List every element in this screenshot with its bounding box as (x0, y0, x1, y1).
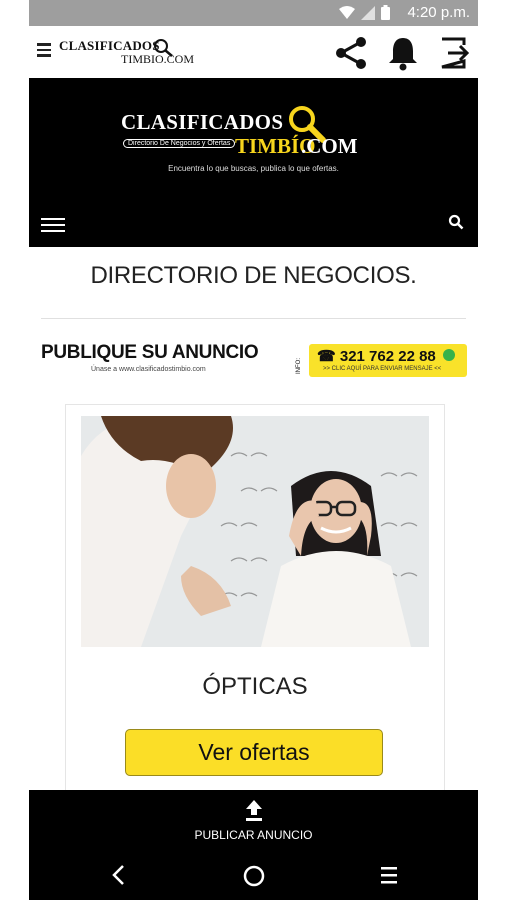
ad-headline: PUBLIQUE SU ANUNCIO (41, 342, 259, 363)
system-nav-bar (29, 850, 478, 900)
category-photo (81, 416, 429, 647)
back-icon[interactable] (109, 864, 129, 886)
ad-contact-box[interactable]: ☎ 321 762 22 88 >> CLIC AQUÍ PARA ENVIAR… (309, 344, 467, 377)
wifi-icon (339, 5, 355, 19)
ad-cta: >> CLIC AQUÍ PARA ENVIAR MENSAJE << (323, 366, 442, 372)
battery-icon (381, 5, 390, 20)
recents-icon[interactable] (379, 864, 399, 886)
logout-icon[interactable] (437, 34, 471, 72)
signal-icon (361, 5, 375, 20)
optician-photo-illustration (81, 416, 429, 647)
search-icon[interactable] (448, 214, 464, 230)
status-icons (339, 5, 390, 20)
publish-ad-banner[interactable]: PUBLIQUE SU ANUNCIO Únase a www.clasific… (39, 340, 469, 380)
banner-logo-subtitle: Directorio De Negocios y Ofertas (123, 139, 236, 148)
status-bar: 4:20 p.m. (29, 0, 478, 26)
category-card[interactable]: ÓPTICAS Ver ofertas (65, 404, 445, 806)
nav-menu-icon[interactable] (41, 214, 65, 232)
view-offers-button[interactable]: Ver ofertas (125, 729, 383, 776)
share-icon[interactable] (332, 34, 370, 72)
magnifier-logo-icon (154, 39, 173, 57)
ad-info-label: INFO: (296, 358, 302, 374)
banner-logo-domain: .COM (301, 134, 358, 158)
banner-logo-title: CLASIFICADOS (121, 110, 284, 134)
overflow-menu-icon[interactable] (37, 40, 51, 62)
app-logo[interactable]: CLASIFICADOS TIMBIO.COM (59, 38, 209, 68)
upload-icon (246, 800, 262, 821)
ad-phone: ☎ 321 762 22 88 (317, 348, 436, 365)
status-time: 4:20 p.m. (407, 4, 470, 21)
divider (41, 318, 466, 319)
ad-subline: Únase a www.clasificadostimbio.com (91, 366, 206, 373)
publish-ad-label: PUBLICAR ANUNCIO (194, 828, 313, 842)
publish-ad-bar[interactable]: PUBLICAR ANUNCIO (29, 790, 478, 850)
home-icon[interactable] (242, 864, 266, 888)
bell-icon[interactable] (386, 34, 420, 72)
app-bar: CLASIFICADOS TIMBIO.COM (29, 26, 478, 78)
header-banner: CLASIFICADOS Directorio De Negocios y Of… (29, 78, 478, 247)
page-title: DIRECTORIO DE NEGOCIOS. (90, 262, 417, 289)
app-screen: 4:20 p.m. CLASIFICADOS TIMBIO.COM CLASIF… (29, 0, 478, 900)
banner-tagline: Encuentra lo que buscas, publica lo que … (168, 164, 339, 173)
category-title: ÓPTICAS (202, 673, 308, 700)
whatsapp-icon (443, 349, 455, 361)
